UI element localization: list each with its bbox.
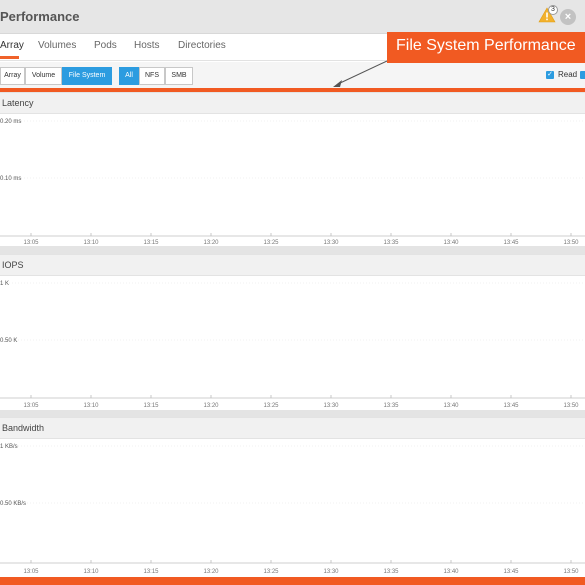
x-tick-label: 13:15 (143, 403, 159, 409)
x-tick-label: 13:25 (263, 403, 279, 409)
x-tick-label: 13:05 (23, 569, 39, 575)
x-tick-label: 13:20 (203, 569, 219, 575)
latency-chart: 0.20 ms0.10 ms13:05 13:10 13:15 13:20 13:25 1… (0, 119, 585, 246)
iops-chart: 1 K 0.50 K 13:05 13:10 13:15 13:20 13:25 13:30 1… (0, 281, 585, 409)
x-tick-label: 13:50 (563, 403, 579, 409)
y-tick-label: 0.50 K (0, 338, 17, 344)
tab-pods[interactable]: Pods (94, 40, 117, 51)
x-tick-label: 13:05 (23, 403, 39, 409)
x-tick-label: 13:30 (323, 403, 339, 409)
latency-chart-title: Latency (2, 98, 34, 108)
x-tick-label: 13:40 (443, 569, 459, 575)
x-tick-label: 13:45 (503, 403, 519, 409)
x-tick-label: 13:15 (143, 569, 159, 575)
x-tick-label: 13:10 (83, 403, 99, 409)
scope-array-button[interactable]: Array (0, 67, 25, 85)
alerts-button[interactable]: 3 (538, 5, 558, 26)
page-title: Performance (0, 9, 80, 24)
filter-bar: Array Volume File System All NFS SMB ✓ R… (0, 62, 585, 88)
protocol-all-button[interactable]: All (119, 67, 139, 85)
latency-panel-header: Latency (0, 92, 585, 114)
x-tick-label: 13:20 (203, 403, 219, 409)
tab-directories[interactable]: Directories (178, 40, 226, 51)
write-checkbox[interactable] (580, 71, 585, 79)
highlight-bar-bottom (0, 577, 585, 585)
y-tick-label: 0.50 KB/s (0, 501, 26, 507)
iops-panel-header: IOPS (0, 254, 585, 276)
x-tick-label: 13:45 (503, 569, 519, 575)
callout-arrow-icon (333, 60, 388, 87)
tab-volumes[interactable]: Volumes (38, 40, 76, 51)
protocol-nfs-button[interactable]: NFS (139, 67, 165, 85)
x-tick-label: 13:40 (443, 403, 459, 409)
scope-volume-button[interactable]: Volume (25, 67, 62, 85)
close-icon[interactable]: × (560, 9, 576, 25)
read-checkbox-label: Read (558, 70, 578, 79)
bandwidth-chart-title: Bandwidth (2, 423, 45, 433)
title-bar: Performance 3 × (0, 0, 585, 34)
iops-chart-title: IOPS (2, 260, 24, 270)
active-tab-indicator (0, 56, 19, 59)
scope-file-system-button[interactable]: File System (62, 67, 112, 85)
x-tick-label: 13:10 (83, 569, 99, 575)
tab-array[interactable]: Array (0, 40, 24, 51)
y-tick-label: 0.10 ms (0, 176, 21, 182)
callout-annotation: File System Performance (387, 32, 585, 63)
tab-hosts[interactable]: Hosts (134, 40, 160, 51)
x-tick-label: 13:25 (263, 569, 279, 575)
x-tick-label: 13:50 (563, 569, 579, 575)
x-tick-label: 13:35 (383, 403, 399, 409)
x-tick-label: 13:35 (383, 569, 399, 575)
x-tick-label: 13:30 (323, 569, 339, 575)
bandwidth-chart: 1 KB/s 0.50 KB/s 13:05 13:10 13:15 13:20 13:25… (0, 444, 585, 575)
callout-text: File System Performance (396, 37, 576, 54)
read-checkbox[interactable]: ✓ (546, 71, 554, 79)
panel-separator (0, 246, 585, 254)
alert-count-badge: 3 (548, 5, 558, 15)
bandwidth-panel-header: Bandwidth (0, 417, 585, 439)
y-tick-label: 1 K (0, 281, 9, 287)
y-tick-label: 0.20 ms (0, 119, 21, 125)
protocol-smb-button[interactable]: SMB (165, 67, 193, 85)
y-tick-label: 1 KB/s (0, 444, 18, 450)
